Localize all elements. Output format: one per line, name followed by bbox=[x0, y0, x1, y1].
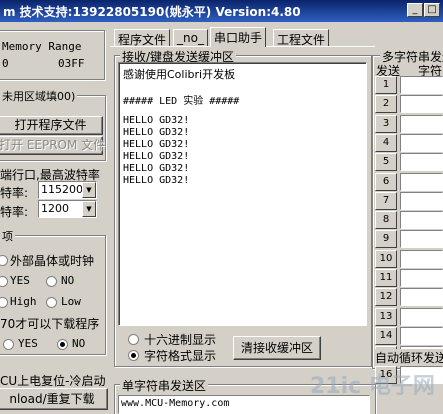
multi-send-row: 7 bbox=[375, 191, 443, 211]
baud-value-1: 115200 bbox=[41, 183, 83, 196]
multi-send-row-input[interactable] bbox=[400, 326, 443, 345]
baud-select-2[interactable]: 1200 ▼ bbox=[38, 200, 97, 218]
title-bar: m 技术支持:13922805190(姚永平) Version:4.80 _ □ bbox=[0, 0, 443, 22]
receive-line: ##### LED 实验 ##### bbox=[123, 96, 240, 107]
multi-send-row: 5 bbox=[375, 153, 443, 172]
multi-send-row-button[interactable]: 4 bbox=[375, 133, 397, 152]
receive-line: HELLO GD32! bbox=[123, 139, 190, 150]
auto-loop-label[interactable]: 自动循环发送 bbox=[375, 349, 443, 365]
char-display-label: 字符格式显示 bbox=[144, 349, 217, 363]
tab-no[interactable]: _no_ bbox=[173, 29, 208, 46]
multi-send-row-input[interactable] bbox=[400, 95, 443, 114]
minimize-icon[interactable]: _ bbox=[407, 3, 423, 17]
char-display-radio[interactable] bbox=[128, 350, 139, 361]
multi-send-row-input[interactable] bbox=[400, 114, 443, 133]
clear-receive-button[interactable]: 清接收缓冲区 bbox=[233, 336, 321, 360]
multi-send-row-input[interactable] bbox=[400, 133, 443, 152]
multi-send-row-button[interactable]: 8 bbox=[375, 211, 397, 230]
multi-send-row-input[interactable] bbox=[400, 307, 443, 326]
multi-send-row: 8 bbox=[375, 211, 443, 230]
multi-send-row-button[interactable]: 10 bbox=[375, 249, 397, 268]
multi-send-row: 1 bbox=[375, 76, 443, 95]
no-label-1: NO bbox=[61, 274, 75, 287]
memory-start: 0 bbox=[2, 57, 9, 70]
multi-send-row: 9 bbox=[375, 230, 443, 249]
yes-label-2: YES bbox=[18, 337, 38, 350]
multi-send-row: 14 bbox=[375, 326, 443, 346]
tab-program-file[interactable]: 程序文件 bbox=[114, 29, 171, 47]
unused-area-title: 未用区域填00) bbox=[0, 88, 78, 104]
multi-send-row: 10 bbox=[375, 249, 443, 269]
multi-send-row-button[interactable]: 6 bbox=[375, 172, 397, 191]
receive-line: HELLO GD32! bbox=[123, 115, 190, 126]
low-label: Low bbox=[61, 295, 81, 308]
memory-range-label: Memory Range bbox=[2, 40, 82, 53]
memory-end: 03FF bbox=[58, 57, 85, 70]
yes-radio-2[interactable] bbox=[3, 339, 14, 350]
watermark: 21ic 电子网 bbox=[310, 374, 435, 399]
receive-textarea[interactable]: 感谢使用Colibri开发板 ##### LED 实验 ##### HELLO … bbox=[118, 62, 367, 326]
receive-line: 感谢使用Colibri开发板 bbox=[123, 68, 236, 81]
high-label: High bbox=[10, 295, 37, 308]
low-radio[interactable] bbox=[46, 297, 57, 308]
multi-send-row: 12 bbox=[375, 288, 443, 307]
multi-send-row-input[interactable] bbox=[400, 269, 443, 287]
multi-send-row-button[interactable]: 12 bbox=[375, 288, 397, 307]
chevron-down-icon[interactable]: ▼ bbox=[82, 201, 96, 217]
yes-label-1: YES bbox=[10, 274, 30, 287]
download-button[interactable]: nload/重复下载 bbox=[0, 388, 108, 410]
baud-label-2: 特率: bbox=[0, 205, 29, 219]
open-program-button[interactable]: 打开程序文件 bbox=[0, 116, 103, 135]
multi-send-row: 3 bbox=[375, 114, 443, 134]
multi-send-row-button[interactable]: 2 bbox=[375, 95, 397, 114]
tab-serial-assistant[interactable]: 串口助手 bbox=[210, 27, 267, 47]
multi-send-row: 2 bbox=[375, 95, 443, 114]
multi-send-row-input[interactable] bbox=[400, 249, 443, 268]
multi-send-row-input[interactable] bbox=[400, 172, 443, 191]
hex-display-label: 十六进制显示 bbox=[144, 333, 217, 347]
multi-send-row-input[interactable] bbox=[400, 288, 443, 307]
hex-display-radio[interactable] bbox=[128, 334, 139, 345]
multi-send-row-input[interactable] bbox=[400, 76, 443, 94]
multi-send-row-button[interactable]: 7 bbox=[375, 191, 397, 210]
download-label: 70才可以下载程序 bbox=[0, 317, 100, 331]
multi-send-row-button[interactable]: 1 bbox=[375, 76, 397, 94]
multi-send-row-button[interactable]: 11 bbox=[375, 269, 397, 287]
no-label-2: NO bbox=[72, 337, 86, 350]
multi-send-row: 13 bbox=[375, 307, 443, 327]
no-radio-2[interactable] bbox=[57, 339, 68, 350]
multi-send-row: 4 bbox=[375, 133, 443, 153]
multi-send-row-input[interactable] bbox=[400, 153, 443, 172]
crystal-label: 外部晶体或时钟 bbox=[10, 254, 95, 268]
mcu-reset-label: CU上电复位-冷启动 bbox=[0, 374, 106, 388]
baud-label-1: 特率: bbox=[0, 186, 29, 200]
multi-send-row-button[interactable]: 3 bbox=[375, 114, 397, 133]
maximize-icon[interactable]: □ bbox=[424, 3, 440, 17]
single-send-title: 单字符串发送区 bbox=[120, 377, 209, 394]
receive-line: HELLO GD32! bbox=[123, 127, 190, 138]
memory-range-group bbox=[0, 30, 105, 80]
multi-send-row: 11 bbox=[375, 269, 443, 288]
no-radio-1[interactable] bbox=[46, 276, 57, 287]
options-title: 项 bbox=[0, 228, 15, 244]
chevron-down-icon[interactable]: ▼ bbox=[82, 182, 96, 198]
multi-send-row-input[interactable] bbox=[400, 191, 443, 210]
open-eeprom-button[interactable]: 打开 EEPROM 文件 bbox=[0, 136, 105, 155]
receive-line: HELLO GD32! bbox=[123, 163, 190, 174]
tab-project-file[interactable]: 工程文件 bbox=[273, 29, 330, 47]
multi-send-row-button[interactable]: 9 bbox=[375, 230, 397, 249]
multi-send-row: 6 bbox=[375, 172, 443, 192]
multi-send-row-button[interactable]: 14 bbox=[375, 326, 397, 345]
receive-line: HELLO GD32! bbox=[123, 175, 190, 186]
receive-line: HELLO GD32! bbox=[123, 151, 190, 162]
multi-send-row-input[interactable] bbox=[400, 211, 443, 230]
window-title: m 技术支持:13922805190(姚永平) Version:4.80 bbox=[3, 5, 301, 19]
baud-value-2: 1200 bbox=[41, 202, 69, 215]
multi-send-row-button[interactable]: 5 bbox=[375, 153, 397, 172]
multi-send-row-input[interactable] bbox=[400, 230, 443, 249]
baud-select-1[interactable]: 115200 ▼ bbox=[38, 181, 97, 199]
multi-send-row-button[interactable]: 13 bbox=[375, 307, 397, 326]
